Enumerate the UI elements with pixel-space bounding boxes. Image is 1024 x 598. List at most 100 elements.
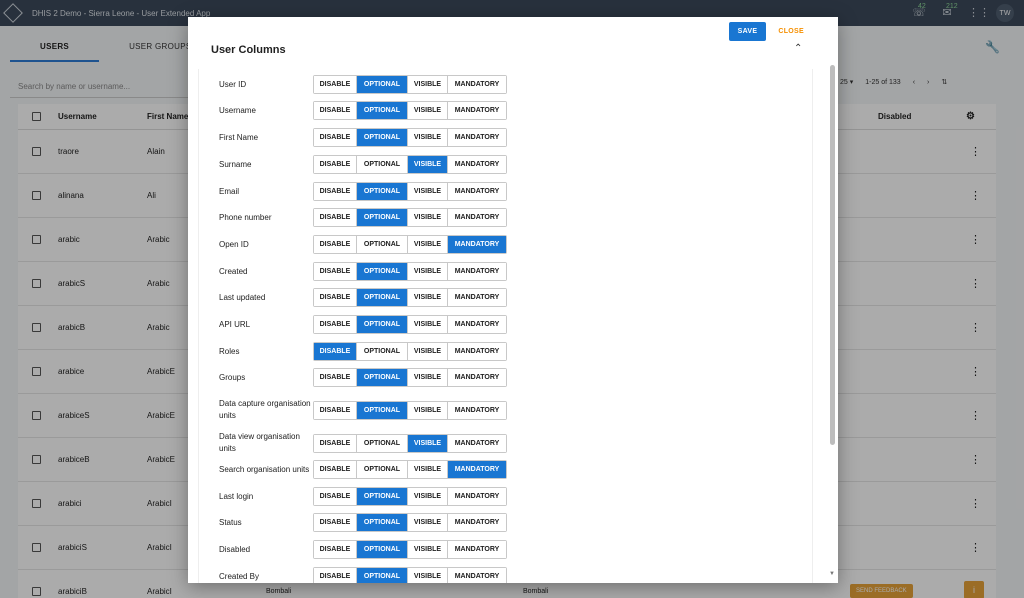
option-disable-button[interactable]: DISABLE: [314, 568, 357, 583]
option-disable-button[interactable]: DISABLE: [314, 129, 357, 146]
option-visible-button[interactable]: VISIBLE: [408, 401, 448, 419]
option-optional-button[interactable]: OPTIONAL: [357, 209, 408, 226]
close-button[interactable]: CLOSE: [774, 22, 808, 41]
option-mandatory-button[interactable]: MANDATORY: [448, 316, 506, 333]
option-mandatory-button[interactable]: MANDATORY: [448, 289, 506, 306]
option-mandatory-button[interactable]: MANDATORY: [448, 236, 506, 253]
column-setting-row: Search organisation units DISABLE OPTIONAL…: [219, 460, 519, 479]
option-disable-button[interactable]: DISABLE: [314, 488, 357, 505]
column-setting-row: Open ID DISABLE OPTIONAL VISIBLE MANDATORY: [219, 235, 519, 254]
option-disable-button[interactable]: DISABLE: [314, 316, 357, 333]
option-disable-button[interactable]: DISABLE: [314, 263, 357, 280]
column-setting-label: First Name: [219, 132, 259, 142]
visibility-toggle-group: DISABLE OPTIONAL VISIBLE MANDATORY: [313, 368, 507, 387]
option-mandatory-button[interactable]: MANDATORY: [448, 183, 506, 200]
option-visible-button[interactable]: VISIBLE: [408, 488, 448, 505]
option-optional-button[interactable]: OPTIONAL: [357, 541, 408, 558]
option-optional-button[interactable]: OPTIONAL: [357, 263, 408, 280]
option-optional-button[interactable]: OPTIONAL: [357, 461, 408, 478]
option-disable-button[interactable]: DISABLE: [314, 369, 357, 386]
option-disable-button[interactable]: DISABLE: [314, 514, 357, 531]
option-visible-button[interactable]: VISIBLE: [408, 541, 448, 558]
option-mandatory-button[interactable]: MANDATORY: [448, 129, 506, 146]
option-mandatory-button[interactable]: MANDATORY: [448, 76, 506, 93]
option-mandatory-button[interactable]: MANDATORY: [448, 209, 506, 226]
visibility-toggle-group: DISABLE OPTIONAL VISIBLE MANDATORY: [313, 208, 507, 227]
option-mandatory-button[interactable]: MANDATORY: [448, 568, 506, 583]
option-optional-button[interactable]: OPTIONAL: [357, 401, 408, 419]
option-visible-button[interactable]: VISIBLE: [408, 514, 448, 531]
column-setting-label: Phone number: [219, 212, 272, 222]
option-visible-button[interactable]: VISIBLE: [408, 76, 448, 93]
visibility-toggle-group: DISABLE OPTIONAL VISIBLE MANDATORY: [313, 75, 507, 94]
column-setting-row: Username DISABLE OPTIONAL VISIBLE MANDATORY: [219, 101, 519, 120]
option-visible-button[interactable]: VISIBLE: [408, 369, 448, 386]
option-optional-button[interactable]: OPTIONAL: [357, 488, 408, 505]
option-disable-button[interactable]: DISABLE: [314, 156, 357, 173]
option-optional-button[interactable]: OPTIONAL: [357, 369, 408, 386]
option-optional-button[interactable]: OPTIONAL: [357, 129, 408, 146]
dialog-scrollbar[interactable]: [830, 65, 835, 445]
visibility-toggle-group: DISABLE OPTIONAL VISIBLE MANDATORY: [313, 101, 507, 120]
option-optional-button[interactable]: OPTIONAL: [357, 76, 408, 93]
option-disable-button[interactable]: DISABLE: [314, 434, 357, 452]
option-optional-button[interactable]: OPTIONAL: [357, 236, 408, 253]
option-visible-button[interactable]: VISIBLE: [408, 316, 448, 333]
option-optional-button[interactable]: OPTIONAL: [357, 156, 408, 173]
option-optional-button[interactable]: OPTIONAL: [357, 289, 408, 306]
option-optional-button[interactable]: OPTIONAL: [357, 434, 408, 452]
option-disable-button[interactable]: DISABLE: [314, 541, 357, 558]
scroll-down-icon[interactable]: ▼: [829, 571, 835, 577]
option-mandatory-button[interactable]: MANDATORY: [448, 156, 506, 173]
option-disable-button[interactable]: DISABLE: [314, 461, 357, 478]
visibility-toggle-group: DISABLE OPTIONAL VISIBLE MANDATORY: [313, 182, 507, 201]
option-mandatory-button[interactable]: MANDATORY: [448, 434, 506, 452]
chevron-up-icon[interactable]: ⌃: [794, 43, 802, 54]
save-button[interactable]: SAVE: [728, 22, 767, 41]
option-visible-button[interactable]: VISIBLE: [408, 209, 448, 226]
option-visible-button[interactable]: VISIBLE: [408, 289, 448, 306]
option-mandatory-button[interactable]: MANDATORY: [448, 369, 506, 386]
option-mandatory-button[interactable]: MANDATORY: [448, 514, 506, 531]
option-optional-button[interactable]: OPTIONAL: [357, 316, 408, 333]
option-optional-button[interactable]: OPTIONAL: [357, 343, 408, 360]
dialog-title: User Columns: [211, 44, 286, 56]
option-mandatory-button[interactable]: MANDATORY: [448, 461, 506, 478]
option-disable-button[interactable]: DISABLE: [314, 102, 357, 119]
option-mandatory-button[interactable]: MANDATORY: [448, 343, 506, 360]
option-optional-button[interactable]: OPTIONAL: [357, 183, 408, 200]
option-visible-button[interactable]: VISIBLE: [408, 263, 448, 280]
option-mandatory-button[interactable]: MANDATORY: [448, 488, 506, 505]
option-mandatory-button[interactable]: MANDATORY: [448, 541, 506, 558]
option-visible-button[interactable]: VISIBLE: [408, 568, 448, 583]
option-mandatory-button[interactable]: MANDATORY: [448, 102, 506, 119]
option-visible-button[interactable]: VISIBLE: [408, 236, 448, 253]
visibility-toggle-group: DISABLE OPTIONAL VISIBLE MANDATORY: [313, 155, 507, 174]
option-disable-button[interactable]: DISABLE: [314, 209, 357, 226]
option-visible-button[interactable]: VISIBLE: [408, 183, 448, 200]
column-setting-row: Created DISABLE OPTIONAL VISIBLE MANDATORY: [219, 262, 519, 281]
option-disable-button[interactable]: DISABLE: [314, 76, 357, 93]
option-disable-button[interactable]: DISABLE: [314, 343, 357, 360]
column-setting-label: Surname: [219, 159, 252, 169]
option-visible-button[interactable]: VISIBLE: [408, 343, 448, 360]
option-disable-button[interactable]: DISABLE: [314, 401, 357, 419]
option-visible-button[interactable]: VISIBLE: [408, 102, 448, 119]
option-optional-button[interactable]: OPTIONAL: [357, 514, 408, 531]
user-columns-dialog: SAVE CLOSE User Columns ⌃ ▼ User ID DISAB…: [188, 17, 838, 583]
option-visible-button[interactable]: VISIBLE: [408, 434, 448, 452]
option-mandatory-button[interactable]: MANDATORY: [448, 263, 506, 280]
option-disable-button[interactable]: DISABLE: [314, 289, 357, 306]
option-visible-button[interactable]: VISIBLE: [408, 129, 448, 146]
option-mandatory-button[interactable]: MANDATORY: [448, 401, 506, 419]
column-setting-row: Surname DISABLE OPTIONAL VISIBLE MANDATORY: [219, 155, 519, 174]
option-optional-button[interactable]: OPTIONAL: [357, 568, 408, 583]
column-setting-label: API URL: [219, 319, 251, 329]
column-setting-row: Roles DISABLE OPTIONAL VISIBLE MANDATORY: [219, 342, 519, 361]
option-visible-button[interactable]: VISIBLE: [408, 461, 448, 478]
column-setting-label: Open ID: [219, 239, 249, 249]
option-visible-button[interactable]: VISIBLE: [408, 156, 448, 173]
option-disable-button[interactable]: DISABLE: [314, 183, 357, 200]
option-disable-button[interactable]: DISABLE: [314, 236, 357, 253]
option-optional-button[interactable]: OPTIONAL: [357, 102, 408, 119]
